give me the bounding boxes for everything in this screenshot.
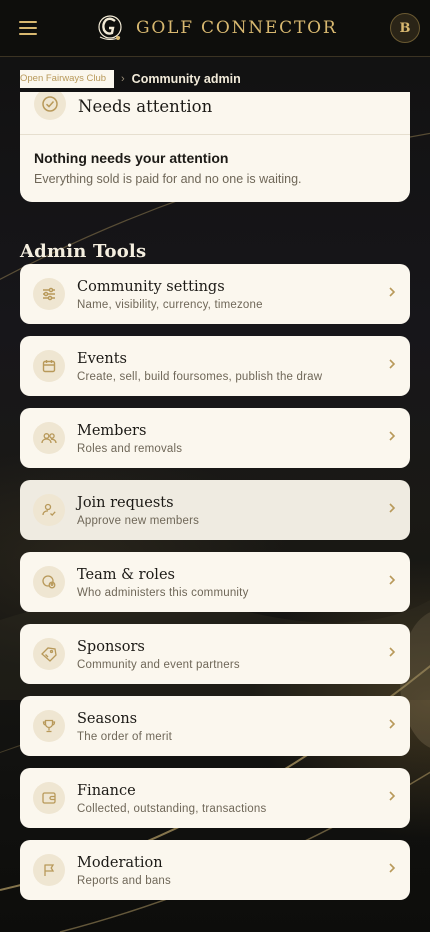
tool-subtitle: Approve new members: [77, 514, 200, 527]
chevron-right-icon: [389, 863, 396, 873]
calendar-icon: [33, 350, 65, 382]
user-check-icon: [33, 494, 65, 526]
breadcrumb-separator: ›: [121, 73, 125, 85]
tool-events[interactable]: Events Create, sell, build foursomes, pub…: [20, 336, 410, 396]
avatar[interactable]: B: [390, 13, 420, 43]
menu-icon[interactable]: [14, 15, 42, 41]
needs-attention-card: Needs attention Nothing needs your atten…: [20, 92, 410, 202]
tool-subtitle: Reports and bans: [77, 874, 171, 887]
shield-user-icon: [33, 566, 65, 598]
check-circle-icon: [34, 92, 66, 120]
admin-tools-title: Admin Tools: [20, 240, 147, 262]
tool-moderation[interactable]: Moderation Reports and bans: [20, 840, 410, 900]
brand-name-first: Golf: [136, 18, 194, 38]
brand-name: Golf Connector: [136, 18, 337, 38]
tool-title: Join requests: [77, 494, 174, 511]
breadcrumb: Open Fairways Club › Community admin: [20, 70, 241, 88]
needs-attention-title: Needs attention: [78, 96, 213, 116]
tool-subtitle: The order of merit: [77, 730, 172, 743]
tool-join-requests[interactable]: Join requests Approve new members: [20, 480, 410, 540]
tool-title: Sponsors: [77, 638, 145, 655]
tool-community-settings[interactable]: Community settings Name, visibility, curr…: [20, 264, 410, 324]
chevron-right-icon: [389, 431, 396, 441]
tool-title: Seasons: [77, 710, 138, 727]
tool-subtitle: Roles and removals: [77, 442, 183, 455]
tool-title: Community settings: [77, 278, 225, 295]
chevron-right-icon: [389, 359, 396, 369]
sliders-icon: [33, 278, 65, 310]
tag-icon: [33, 638, 65, 670]
breadcrumb-parent-link[interactable]: Open Fairways Club: [20, 70, 114, 88]
tool-subtitle: Community and event partners: [77, 658, 240, 671]
chevron-right-icon: [389, 287, 396, 297]
tool-finance[interactable]: Finance Collected, outstanding, transacti…: [20, 768, 410, 828]
tool-subtitle: Collected, outstanding, transactions: [77, 802, 267, 815]
brand-logo[interactable]: Golf Connector: [96, 11, 337, 45]
tool-title: Members: [77, 422, 147, 439]
chevron-right-icon: [389, 647, 396, 657]
empty-state-title: Nothing needs your attention: [34, 150, 229, 166]
tool-subtitle: Name, visibility, currency, timezone: [77, 298, 263, 311]
top-bar: Golf Connector B: [0, 0, 430, 57]
brand-name-second: Connector: [201, 18, 338, 38]
chevron-right-icon: [389, 503, 396, 513]
flag-icon: [33, 854, 65, 886]
tool-seasons[interactable]: Seasons The order of merit: [20, 696, 410, 756]
chevron-right-icon: [389, 575, 396, 585]
tool-title: Events: [77, 350, 127, 367]
golf-connector-logo-icon: [98, 15, 122, 40]
admin-tools-list: Community settings Name, visibility, curr…: [20, 264, 410, 912]
breadcrumb-current: Community admin: [131, 72, 241, 86]
people-icon: [33, 422, 65, 454]
tool-title: Finance: [77, 782, 136, 799]
trophy-icon: [33, 710, 65, 742]
tool-sponsors[interactable]: Sponsors Community and event partners: [20, 624, 410, 684]
tool-title: Moderation: [77, 854, 163, 871]
tool-subtitle: Create, sell, build foursomes, publish t…: [77, 370, 323, 383]
tool-team-roles[interactable]: Team & roles Who administers this communi…: [20, 552, 410, 612]
chevron-right-icon: [389, 719, 396, 729]
tool-subtitle: Who administers this community: [77, 586, 249, 599]
tool-title: Team & roles: [77, 566, 175, 583]
empty-state-subtitle: Everything sold is paid for and no one i…: [34, 172, 302, 186]
tool-members[interactable]: Members Roles and removals: [20, 408, 410, 468]
chevron-right-icon: [389, 791, 396, 801]
needs-attention-header: Needs attention: [20, 92, 410, 135]
wallet-icon: [33, 782, 65, 814]
